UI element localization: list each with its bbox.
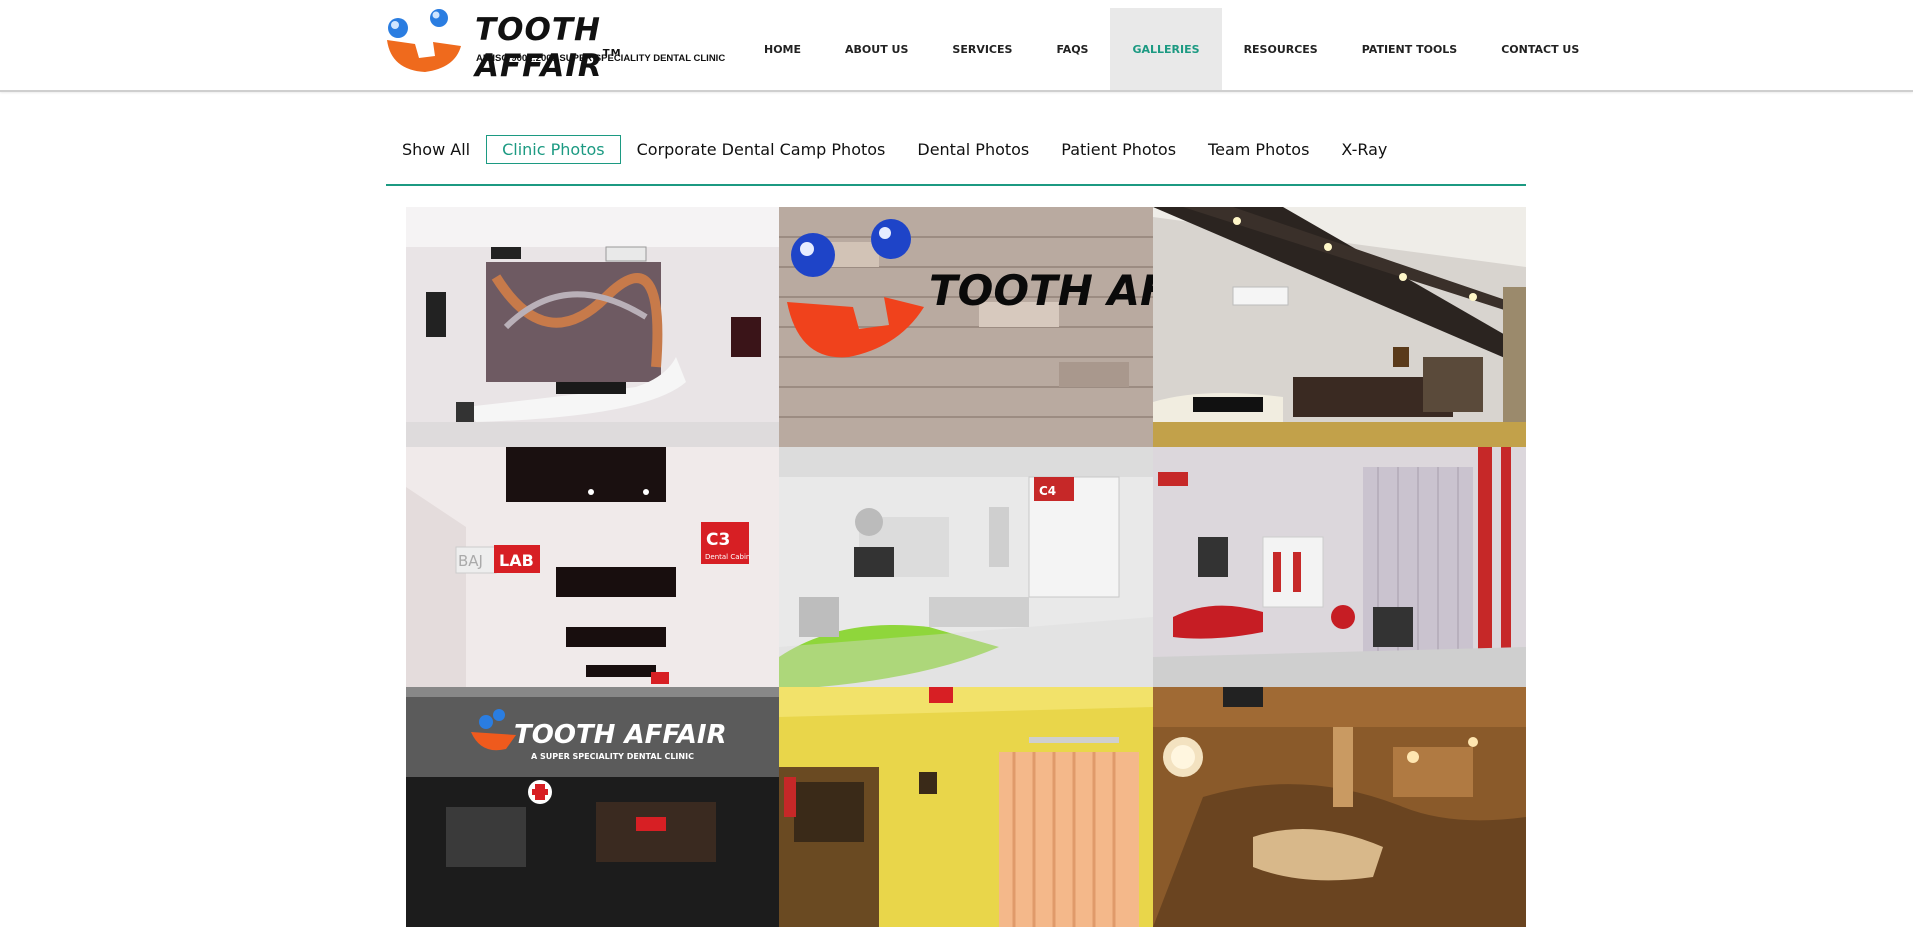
nav-item-services[interactable]: SERVICES (930, 8, 1034, 90)
nav-item-resources[interactable]: RESOURCES (1222, 8, 1340, 90)
storefront-tagline: A SUPER SPECIALITY DENTAL CLINIC (531, 752, 694, 761)
nav-item-faqs[interactable]: FAQS (1034, 8, 1110, 90)
photo-gallery: TOOTH AFFAIR (406, 207, 1526, 927)
filter-corporate-dental-camp-photos[interactable]: Corporate Dental Camp Photos (621, 135, 902, 164)
gallery-photo-storefront[interactable]: TOOTH AFFAIR A SUPER SPECIALITY DENTAL C… (406, 687, 779, 927)
nav-item-home[interactable]: HOME (742, 8, 823, 90)
brand-tagline: AN ISO 9001:2008 SUPER SPECIALITY DENTAL… (476, 53, 726, 64)
main-nav: HOME ABOUT US SERVICES FAQS GALLERIES RESOURC… (742, 8, 1601, 90)
filter-dental-photos[interactable]: Dental Photos (901, 135, 1045, 164)
gallery-photo-yellow-room[interactable] (779, 687, 1153, 927)
lab-sign: LAB (499, 551, 534, 570)
nav-item-patient-tools[interactable]: PATIENT TOOLS (1340, 8, 1480, 90)
c4-sign: C4 (1039, 484, 1056, 498)
gallery-photo-corridor[interactable]: BAJ LAB C3 Dental Cabin (406, 447, 779, 687)
smiley-logo-icon (387, 9, 461, 72)
dental-cabin-label: Dental Cabin (705, 553, 750, 561)
gallery-filters: Show All Clinic Photos Corporate Dental Ca… (386, 134, 1403, 164)
gallery-photo-logo-wall[interactable]: TOOTH AFFAIR (779, 207, 1153, 447)
gallery-photo-operatory[interactable] (1153, 687, 1526, 927)
gallery-photo-red-chair[interactable] (1153, 447, 1526, 687)
filter-show-all[interactable]: Show All (386, 135, 486, 164)
wall-logo-text: TOOTH AFFAIR (929, 266, 1153, 315)
storefront-logo-text: TOOTH AFFAIR (514, 720, 727, 750)
c3-sign: C3 (706, 530, 730, 550)
gallery-photo-green-chair[interactable]: C4 (779, 447, 1153, 687)
nav-item-galleries[interactable]: GALLERIES (1110, 8, 1222, 90)
gallery-photo-office[interactable] (1153, 207, 1526, 447)
gallery-photo-reception[interactable] (406, 207, 779, 447)
corridor-mirror-text: BAJ (458, 552, 483, 570)
filter-clinic-photos[interactable]: Clinic Photos (486, 134, 621, 164)
brand-logo[interactable]: TOOTH AFFAIRTM AN ISO 9001:2008 SUPER SP… (385, 6, 725, 84)
filter-team-photos[interactable]: Team Photos (1192, 135, 1325, 164)
filter-divider (386, 184, 1526, 186)
filter-x-ray[interactable]: X-Ray (1325, 135, 1403, 164)
site-header: TOOTH AFFAIRTM AN ISO 9001:2008 SUPER SP… (0, 0, 1913, 92)
nav-item-contact-us[interactable]: CONTACT US (1479, 8, 1601, 90)
brand-title: TOOTH AFFAIRTM (475, 12, 622, 84)
filter-patient-photos[interactable]: Patient Photos (1045, 135, 1192, 164)
nav-item-about-us[interactable]: ABOUT US (823, 8, 930, 90)
